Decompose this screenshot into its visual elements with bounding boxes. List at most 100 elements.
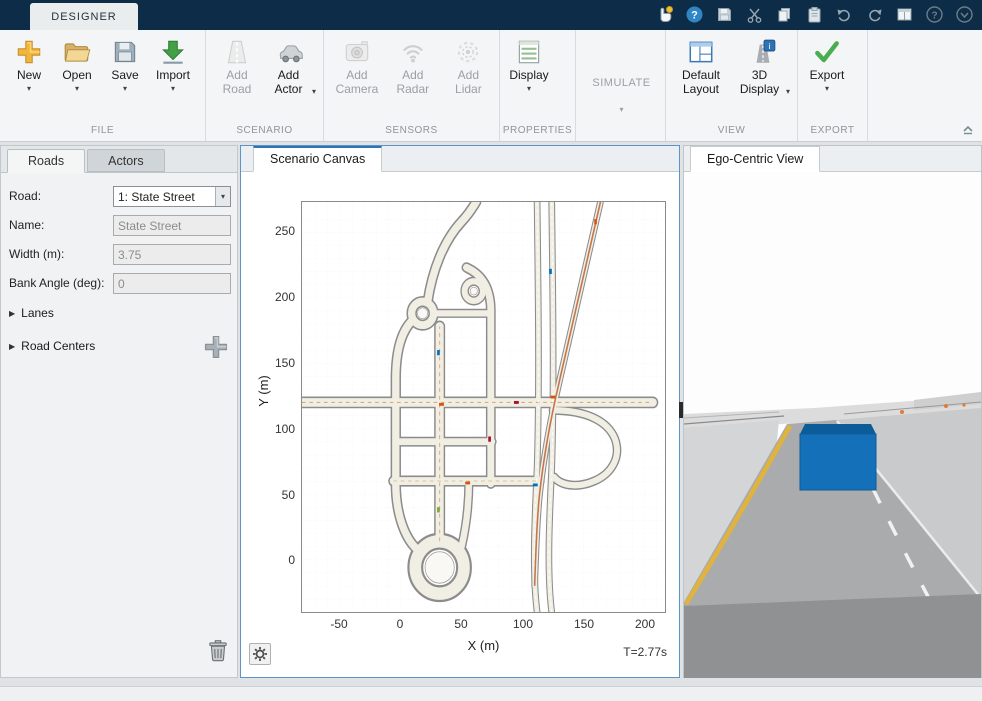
redo-icon[interactable] bbox=[865, 5, 884, 24]
tab-roads[interactable]: Roads bbox=[7, 149, 85, 173]
save-icon[interactable] bbox=[715, 5, 734, 24]
tab-actors[interactable]: Actors bbox=[87, 149, 164, 172]
display-button[interactable]: Display ▾ bbox=[506, 35, 552, 95]
export-button[interactable]: Export ▾ bbox=[804, 35, 850, 95]
svg-text:i: i bbox=[768, 41, 770, 51]
name-field-row: Name: bbox=[1, 215, 239, 237]
ribbon-section-properties: Display ▾ PROPERTIES bbox=[500, 30, 576, 141]
road-network-plot[interactable] bbox=[301, 201, 666, 613]
section-label-export: EXPORT bbox=[798, 123, 867, 141]
new-button[interactable]: New ▾ bbox=[6, 35, 52, 95]
lanes-expander[interactable]: ▶ Lanes bbox=[9, 306, 54, 320]
simulate-button-label: SIMULATE bbox=[592, 77, 650, 90]
chevron-down-circle-icon[interactable] bbox=[955, 5, 974, 24]
chevron-down-icon: ▾ bbox=[123, 85, 127, 93]
add-radar-icon bbox=[398, 37, 428, 67]
width-field[interactable] bbox=[113, 244, 231, 265]
import-button-label: Import bbox=[156, 69, 190, 83]
road-centers-expander-label: Road Centers bbox=[21, 339, 95, 353]
y-axis-label: Y (m) bbox=[256, 351, 274, 431]
chevron-down-icon: ▾ bbox=[27, 85, 31, 93]
svg-text:?: ? bbox=[931, 10, 937, 21]
x-tick-label: 150 bbox=[564, 617, 604, 631]
tab-scenario-canvas[interactable]: Scenario Canvas bbox=[253, 146, 382, 172]
ribbon-section-simulate: SIMULATE ▾ bbox=[576, 30, 666, 141]
open-button-label: Open bbox=[62, 69, 91, 83]
chevron-down-icon: ▾ bbox=[312, 87, 316, 97]
driving-scenario-designer-window: DESIGNER ? bbox=[0, 0, 982, 701]
vehicle-box bbox=[800, 424, 876, 490]
titlebar: DESIGNER ? bbox=[0, 0, 982, 30]
chevron-down-icon: ▾ bbox=[825, 85, 829, 93]
width-field-row: Width (m): bbox=[1, 244, 239, 266]
chevron-down-icon: ▾ bbox=[786, 87, 790, 97]
delete-road-button[interactable] bbox=[206, 638, 230, 662]
save-button[interactable]: Save ▾ bbox=[102, 35, 148, 95]
layout-window-icon[interactable] bbox=[895, 5, 914, 24]
ribbon-section-sensors: Add Camera Add Radar bbox=[324, 30, 500, 141]
add-road-icon bbox=[222, 37, 252, 67]
road-centers-expander[interactable]: ▶ Road Centers bbox=[9, 339, 95, 353]
add-actor-button[interactable]: Add Actor ▾ bbox=[264, 35, 319, 99]
add-camera-button[interactable]: Add Camera bbox=[330, 35, 384, 99]
simulate-button[interactable]: SIMULATE ▾ bbox=[589, 35, 653, 116]
import-button[interactable]: Import ▾ bbox=[150, 35, 196, 95]
chevron-down-icon[interactable]: ▾ bbox=[215, 187, 230, 206]
display-button-label: Display bbox=[509, 69, 548, 83]
chevron-down-icon: ▾ bbox=[527, 85, 531, 93]
add-actor-car-icon bbox=[276, 37, 306, 67]
expander-arrow-icon: ▶ bbox=[9, 342, 15, 351]
open-button[interactable]: Open ▾ bbox=[54, 35, 100, 95]
bank-angle-field-row: Bank Angle (deg): bbox=[1, 273, 239, 295]
default-layout-button-label: Default Layout bbox=[675, 69, 727, 97]
panel-splitter-handle[interactable] bbox=[679, 402, 683, 418]
name-field-label: Name: bbox=[9, 218, 44, 232]
cut-icon[interactable] bbox=[745, 5, 764, 24]
section-label-simulate bbox=[576, 123, 665, 141]
y-tick-label: 200 bbox=[259, 290, 295, 304]
copy-icon[interactable] bbox=[775, 5, 794, 24]
x-tick-label: 50 bbox=[441, 617, 481, 631]
3d-display-button[interactable]: i 3D Display ▾ bbox=[732, 35, 793, 99]
name-field[interactable] bbox=[113, 215, 231, 236]
default-layout-button[interactable]: Default Layout bbox=[672, 35, 730, 99]
bank-angle-field-label: Bank Angle (deg): bbox=[9, 276, 104, 290]
road-select-row: Road: 1: State Street ▾ bbox=[1, 186, 239, 208]
add-road-center-button[interactable] bbox=[203, 334, 229, 360]
ribbon-toolstrip: New ▾ Open ▾ Sa bbox=[0, 30, 982, 142]
road-properties-panel: Roads Actors Road: 1: State Street ▾ Nam… bbox=[0, 145, 238, 678]
x-tick-label: 100 bbox=[503, 617, 543, 631]
paste-icon[interactable] bbox=[805, 5, 824, 24]
quick-access-toolbar: ? bbox=[655, 5, 974, 24]
new-button-label: New bbox=[17, 69, 41, 83]
expander-arrow-icon: ▶ bbox=[9, 309, 15, 318]
tab-ego-centric-view[interactable]: Ego-Centric View bbox=[690, 146, 820, 172]
ribbon-section-file: New ▾ Open ▾ Sa bbox=[0, 30, 206, 141]
ego-view-3d[interactable] bbox=[684, 172, 981, 678]
add-lidar-button-label: Add Lidar bbox=[445, 69, 492, 97]
section-label-scenario: SCENARIO bbox=[206, 123, 323, 141]
designer-tab[interactable]: DESIGNER bbox=[30, 3, 138, 30]
status-bar bbox=[0, 686, 982, 701]
undo-icon[interactable] bbox=[835, 5, 854, 24]
chevron-down-icon: ▾ bbox=[75, 85, 79, 93]
y-tick-label: 0 bbox=[259, 553, 295, 567]
width-field-label: Width (m): bbox=[9, 247, 64, 261]
collapse-ribbon-icon[interactable] bbox=[960, 121, 976, 137]
ribbon-filler bbox=[868, 30, 982, 141]
x-tick-label: -50 bbox=[319, 617, 359, 631]
section-label-file: FILE bbox=[0, 123, 205, 141]
section-label-sensors: SENSORS bbox=[324, 123, 499, 141]
save-button-label: Save bbox=[111, 69, 138, 83]
help-circle-icon[interactable]: ? bbox=[925, 5, 944, 24]
road-select-dropdown[interactable]: 1: State Street ▾ bbox=[113, 186, 231, 207]
bank-angle-field[interactable] bbox=[113, 273, 231, 294]
help-icon[interactable]: ? bbox=[685, 5, 704, 24]
add-road-button[interactable]: Add Road bbox=[212, 35, 262, 99]
add-lidar-button[interactable]: Add Lidar bbox=[442, 35, 495, 99]
canvas-settings-gear-icon[interactable] bbox=[249, 643, 271, 665]
add-radar-button[interactable]: Add Radar bbox=[386, 35, 440, 99]
add-road-button-label: Add Road bbox=[215, 69, 259, 97]
feedback-hand-icon[interactable] bbox=[655, 5, 674, 24]
ribbon-section-export: Export ▾ EXPORT bbox=[798, 30, 868, 141]
